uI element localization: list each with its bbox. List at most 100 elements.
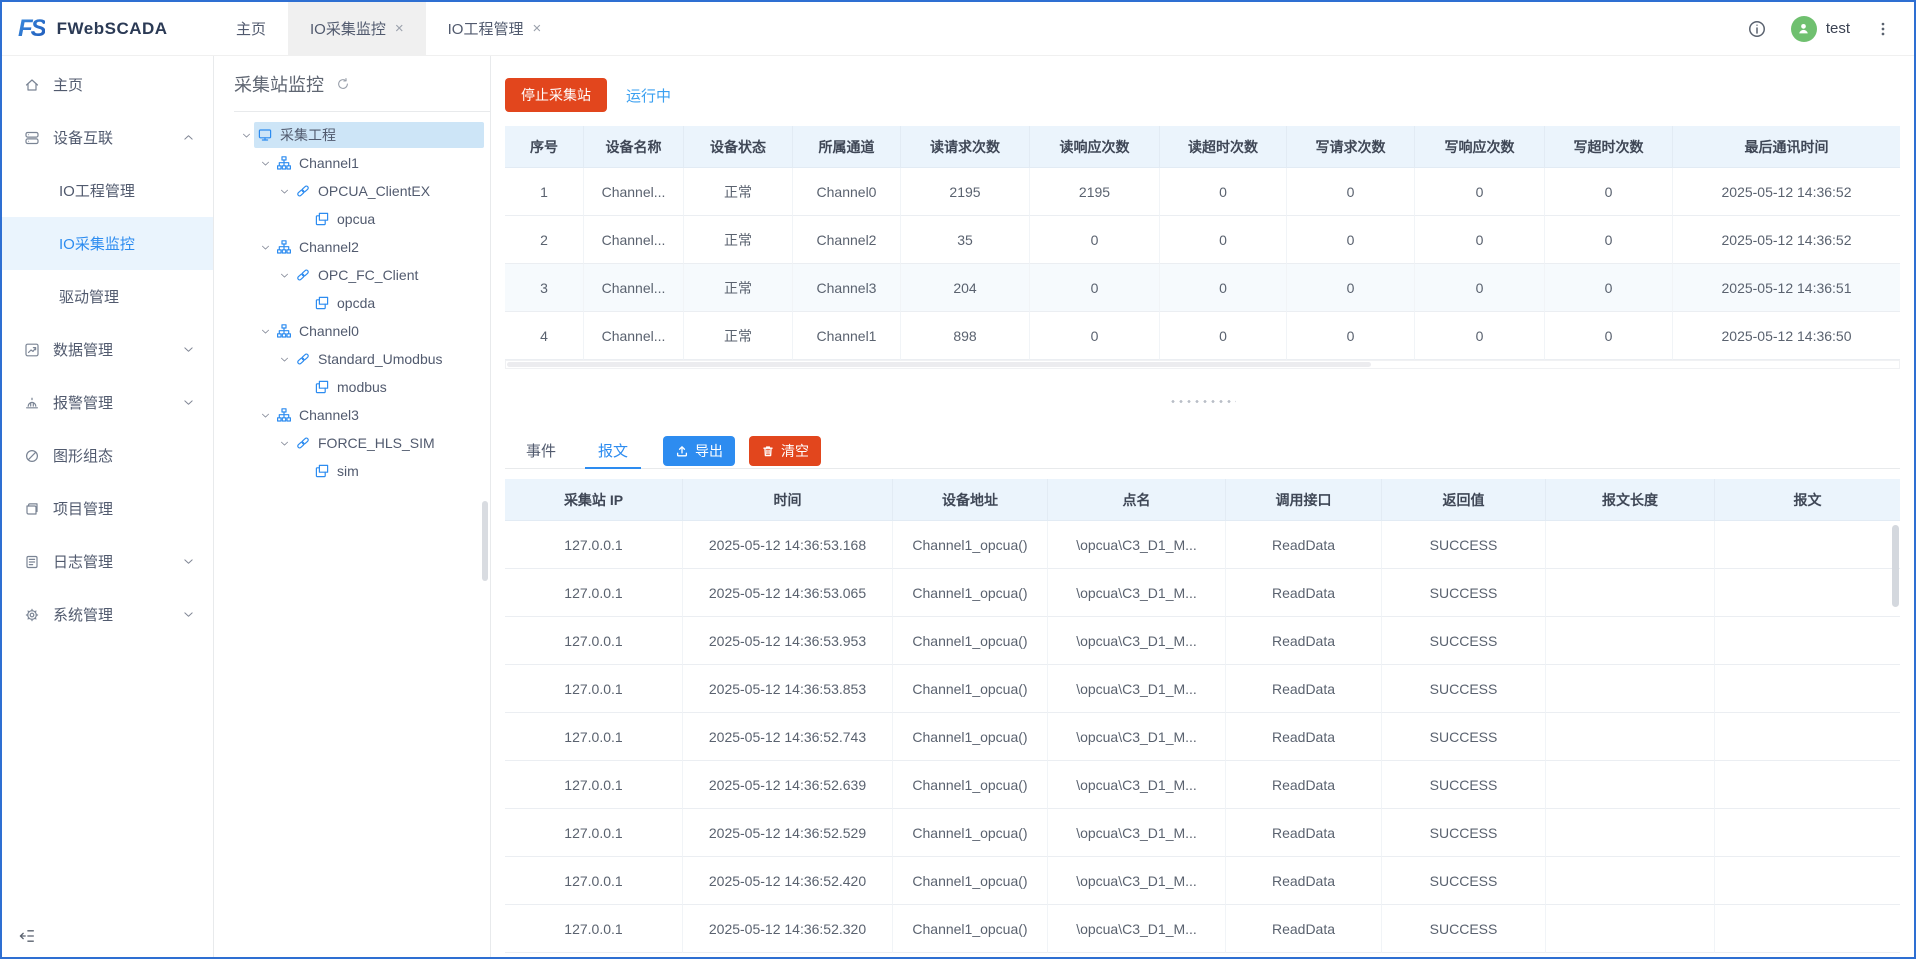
message-table-cell: Channel1_opcua() bbox=[893, 761, 1048, 809]
tree-node-5[interactable]: OPC_FC_Client bbox=[234, 261, 490, 289]
device-table-cell: 2025-05-12 14:36:51 bbox=[1673, 264, 1900, 312]
header-tab-0[interactable]: 主页 bbox=[214, 2, 288, 55]
horizontal-scrollbar bbox=[505, 360, 1900, 369]
device-table-row-3: 4Channel...正常Channel1898000002025-05-12 … bbox=[505, 312, 1900, 360]
tree-node-12[interactable]: sim bbox=[234, 457, 490, 485]
tree-node-4[interactable]: Channel2 bbox=[234, 233, 490, 261]
device-table-cell: 0 bbox=[1030, 264, 1160, 312]
message-table-cell: 127.0.0.1 bbox=[505, 905, 683, 953]
message-table-cell: SUCCESS bbox=[1382, 761, 1546, 809]
device-table-cell: 1 bbox=[505, 168, 584, 216]
tree-node-label: modbus bbox=[337, 379, 387, 395]
header-right: test bbox=[1747, 16, 1914, 42]
app-title: FWebSCADA bbox=[57, 19, 168, 39]
sidebar-item-label: 系统管理 bbox=[53, 604, 113, 625]
message-table-cell: ReadData bbox=[1226, 761, 1382, 809]
message-tab-1[interactable]: 报文 bbox=[577, 433, 649, 468]
chevron-down-icon bbox=[182, 396, 195, 409]
message-table-cell: SUCCESS bbox=[1382, 569, 1546, 617]
tree-node-2[interactable]: OPCUA_ClientEX bbox=[234, 177, 490, 205]
close-icon[interactable]: × bbox=[395, 21, 404, 36]
panel-splitter[interactable] bbox=[505, 369, 1900, 433]
sidebar-item-5[interactable]: 项目管理 bbox=[2, 482, 213, 535]
tree-node-7[interactable]: Channel0 bbox=[234, 317, 490, 345]
tree-scrollbar[interactable] bbox=[482, 501, 488, 581]
refresh-icon[interactable] bbox=[336, 77, 350, 91]
sidebar-item-label: 主页 bbox=[53, 74, 83, 95]
header-tab-2[interactable]: IO工程管理× bbox=[426, 2, 564, 55]
message-table-cell bbox=[1546, 665, 1715, 713]
device-table-row-1: 2Channel...正常Channel235000002025-05-12 1… bbox=[505, 216, 1900, 264]
sidebar-subitem-1-1[interactable]: IO采集监控 bbox=[2, 217, 213, 270]
station-tree: 采集工程Channel1 OPCUA_ClientEXopcuaChannel2 O… bbox=[234, 112, 490, 485]
horizontal-scrollbar-thumb[interactable] bbox=[507, 362, 1371, 367]
message-table-cell: 2025-05-12 14:36:53.065 bbox=[683, 569, 893, 617]
chevron-down-icon bbox=[276, 270, 292, 281]
collapse-sidebar-icon[interactable] bbox=[18, 927, 36, 945]
sidebar-item-3[interactable]: 报警管理 bbox=[2, 376, 213, 429]
tree-node-3[interactable]: opcua bbox=[234, 205, 490, 233]
device-table-cell: Channel0 bbox=[793, 168, 901, 216]
device-table-cell: 0 bbox=[1287, 264, 1415, 312]
message-table-cell: ReadData bbox=[1226, 905, 1382, 953]
app-window: { "window": { "frame_color": "#2e6fd2" }… bbox=[0, 0, 1916, 959]
tree-node-8[interactable]: Standard_Umodbus bbox=[234, 345, 490, 373]
message-table-cell bbox=[1715, 665, 1900, 713]
message-table-cell bbox=[1715, 905, 1900, 953]
message-table-cell: Channel1_opcua() bbox=[893, 617, 1048, 665]
export-button[interactable]: 导出 bbox=[663, 436, 735, 466]
tree-node-body: OPC_FC_Client bbox=[292, 264, 426, 286]
tree-node-9[interactable]: modbus bbox=[234, 373, 490, 401]
stop-station-button[interactable]: 停止采集站 bbox=[505, 78, 607, 112]
station-tree-panel: 采集站监控 采集工程Channel1OPCUA_ClientEXopcuaCha… bbox=[214, 56, 491, 957]
sidebar-item-0[interactable]: 主页 bbox=[2, 58, 213, 111]
message-table-cell: \opcua\C3_D1_M... bbox=[1048, 761, 1226, 809]
device-table-cell: 0 bbox=[1287, 312, 1415, 360]
message-table-header-cell: 点名 bbox=[1048, 479, 1226, 521]
station-status: 运行中 bbox=[626, 85, 671, 106]
kebab-menu-icon[interactable] bbox=[1874, 20, 1892, 38]
sidebar-item-1[interactable]: 设备互联 bbox=[2, 111, 213, 164]
link-icon bbox=[295, 183, 311, 199]
tree-node-6[interactable]: opcda bbox=[234, 289, 490, 317]
avatar[interactable] bbox=[1791, 16, 1817, 42]
device-table-cell: 2195 bbox=[901, 168, 1030, 216]
header-tab-1[interactable]: IO采集监控 × bbox=[288, 2, 426, 55]
info-icon[interactable] bbox=[1747, 19, 1767, 39]
channel-icon bbox=[276, 407, 292, 423]
tree-node-11[interactable]: FORCE_HLS_SIM bbox=[234, 429, 490, 457]
user-icon bbox=[1796, 21, 1811, 36]
log-icon bbox=[24, 554, 40, 570]
device-table-cell: Channel... bbox=[584, 216, 684, 264]
message-table-cell bbox=[1546, 521, 1715, 569]
message-table-header-cell: 调用接口 bbox=[1226, 479, 1382, 521]
header-tab-label: IO采集监控 bbox=[310, 18, 386, 39]
settings-icon bbox=[24, 607, 40, 623]
tree-node-label: OPCUA_ClientEX bbox=[318, 183, 430, 199]
sidebar-item-4[interactable]: 图形组态 bbox=[2, 429, 213, 482]
device-table-cell: 0 bbox=[1545, 216, 1673, 264]
tree-node-1[interactable]: Channel1 bbox=[234, 149, 490, 177]
device-table-cell: Channel3 bbox=[793, 264, 901, 312]
message-table-cell: SUCCESS bbox=[1382, 809, 1546, 857]
close-icon[interactable]: × bbox=[532, 21, 541, 36]
sidebar-item-2[interactable]: 数据管理 bbox=[2, 323, 213, 376]
tree-node-body: Standard_Umodbus bbox=[292, 348, 451, 370]
tree-panel-title: 采集站监控 bbox=[234, 71, 324, 97]
sidebar-subitem-1-0[interactable]: IO工程管理 bbox=[2, 164, 213, 217]
tree-node-10[interactable]: Channel3 bbox=[234, 401, 490, 429]
message-table-cell: 127.0.0.1 bbox=[505, 521, 683, 569]
tree-node-0[interactable]: 采集工程 bbox=[234, 121, 490, 149]
message-table-cell: 2025-05-12 14:36:52.743 bbox=[683, 713, 893, 761]
message-table-cell bbox=[1546, 809, 1715, 857]
vertical-scrollbar-thumb[interactable] bbox=[1892, 525, 1899, 607]
sidebar-subitem-1-2[interactable]: 驱动管理 bbox=[2, 270, 213, 323]
message-table-cell: SUCCESS bbox=[1382, 617, 1546, 665]
sidebar-item-6[interactable]: 日志管理 bbox=[2, 535, 213, 588]
clear-button[interactable]: 清空 bbox=[749, 436, 821, 466]
device-icon bbox=[314, 211, 330, 227]
sidebar-item-7[interactable]: 系统管理 bbox=[2, 588, 213, 641]
message-table-cell: \opcua\C3_D1_M... bbox=[1048, 569, 1226, 617]
device-table-cell: 0 bbox=[1545, 264, 1673, 312]
message-tab-0[interactable]: 事件 bbox=[505, 433, 577, 468]
